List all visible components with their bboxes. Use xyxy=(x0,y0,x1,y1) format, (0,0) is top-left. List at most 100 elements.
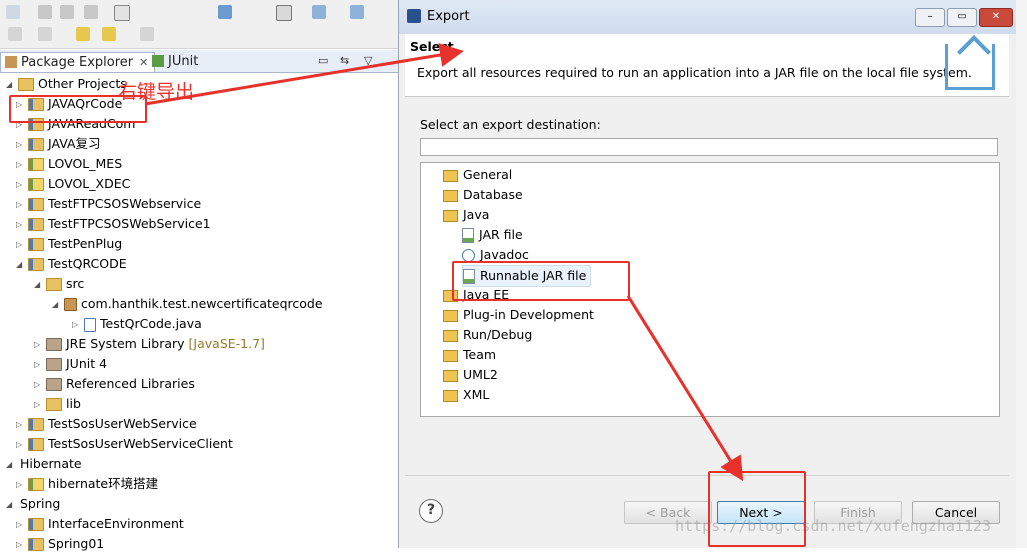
collapsed-twisty-icon[interactable]: ▷ xyxy=(34,335,44,355)
expanded-twisty-icon[interactable]: ◢ xyxy=(52,295,62,315)
project-icon xyxy=(28,238,44,251)
tree-item[interactable]: ▷ TestSosUserWebServiceClient xyxy=(16,434,233,454)
filter-input[interactable] xyxy=(420,138,998,156)
destination-item[interactable]: General xyxy=(443,165,512,185)
collapsed-twisty-icon[interactable]: ▷ xyxy=(16,415,26,435)
tree-item-label: TestQrCode.java xyxy=(100,316,202,331)
destination-item-label: JAR file xyxy=(479,227,523,242)
tree-item[interactable]: ▷ TestSosUserWebService xyxy=(16,414,197,434)
prev-annotation-icon[interactable] xyxy=(76,27,90,41)
destination-item[interactable]: Java xyxy=(443,205,489,225)
save-all-icon[interactable] xyxy=(60,5,74,19)
maximize-button[interactable]: ▭ xyxy=(947,8,977,27)
tree-item[interactable]: ▷ JRE System Library [JavaSE-1.7] xyxy=(34,334,265,354)
tree-item-label: Hibernate xyxy=(20,456,82,471)
tree-item[interactable]: ◢ Hibernate xyxy=(6,454,82,474)
destination-item-label: Plug-in Development xyxy=(463,307,594,322)
tree-item[interactable]: ▷ InterfaceEnvironment xyxy=(16,514,184,534)
destination-item[interactable]: JAR file xyxy=(462,225,523,245)
expanded-twisty-icon[interactable]: ◢ xyxy=(16,255,26,275)
tree-item-label: InterfaceEnvironment xyxy=(48,516,184,531)
binary-icon[interactable] xyxy=(114,5,130,21)
lib-icon xyxy=(46,358,62,371)
project-icon xyxy=(28,518,44,531)
destination-item[interactable]: XML xyxy=(443,385,489,405)
view-menu-icon[interactable]: ▽ xyxy=(364,54,372,67)
project-icon xyxy=(28,418,44,431)
dialog-titlebar[interactable]: Export – ▭ ✕ xyxy=(399,0,1016,34)
new-icon[interactable] xyxy=(6,5,20,19)
forward-nav-icon[interactable] xyxy=(140,27,154,41)
collapsed-twisty-icon[interactable]: ▷ xyxy=(16,535,26,555)
tree-item-label: JRE System Library xyxy=(66,336,185,351)
minimize-button[interactable]: – xyxy=(915,8,945,27)
destination-item[interactable]: UML2 xyxy=(443,365,498,385)
tree-item[interactable]: ◢ com.hanthik.test.newcertificateqrcode xyxy=(52,294,323,314)
tree-item[interactable]: ▷ LOVOL_MES xyxy=(16,154,122,174)
tree-item-label: LOVOL_MES xyxy=(48,156,123,171)
tree-item[interactable]: ▷ lib xyxy=(34,394,81,414)
next-annotation-icon[interactable] xyxy=(38,27,52,41)
collapsed-twisty-icon[interactable]: ▷ xyxy=(16,235,26,255)
help-button[interactable]: ? xyxy=(419,499,443,523)
tree-item[interactable]: ▷ JAVA复习 xyxy=(16,134,101,154)
collapsed-twisty-icon[interactable]: ▷ xyxy=(16,515,26,535)
expanded-twisty-icon[interactable]: ◢ xyxy=(6,455,16,475)
project-icon xyxy=(28,538,44,551)
tree-item[interactable]: ▷ TestFTPCSOSWebService1 xyxy=(16,214,211,234)
tree-item[interactable]: ▷ TestFTPCSOSWebservice xyxy=(16,194,201,214)
collapsed-twisty-icon[interactable]: ▷ xyxy=(34,375,44,395)
tab-junit[interactable]: JUnit xyxy=(148,52,204,71)
minimize-view-icon[interactable]: ▭ xyxy=(318,54,328,67)
tree-item-label: Spring01 xyxy=(48,536,105,551)
destination-item[interactable]: Database xyxy=(443,185,523,205)
tree-item[interactable]: ▷ LOVOL_XDEC xyxy=(16,174,130,194)
collapsed-twisty-icon[interactable]: ▷ xyxy=(16,195,26,215)
tree-item[interactable]: ▷ TestQrCode.java xyxy=(72,314,202,334)
tree-item[interactable]: ◢ src xyxy=(34,274,84,294)
tree-item[interactable]: ▷ Spring01 xyxy=(16,534,104,554)
tree-item[interactable]: ▷ Referenced Libraries xyxy=(34,374,195,394)
collapsed-twisty-icon[interactable]: ▷ xyxy=(34,395,44,415)
destination-item-label: Java xyxy=(463,207,490,222)
tree-item[interactable]: ◢ Other Projects xyxy=(6,74,127,94)
destination-item[interactable]: Plug-in Development xyxy=(443,305,594,325)
collapsed-twisty-icon[interactable]: ▷ xyxy=(16,475,26,495)
save-icon[interactable] xyxy=(38,5,52,19)
collapsed-twisty-icon[interactable]: ▷ xyxy=(16,155,26,175)
collapsed-twisty-icon[interactable]: ▷ xyxy=(72,315,82,335)
close-icon[interactable]: ✕ xyxy=(139,56,148,69)
collapsed-twisty-icon[interactable]: ▷ xyxy=(16,215,26,235)
expanded-twisty-icon[interactable]: ◢ xyxy=(34,275,44,295)
wizard-icon[interactable] xyxy=(312,5,326,19)
collapsed-twisty-icon[interactable]: ▷ xyxy=(16,135,26,155)
close-button[interactable]: ✕ xyxy=(979,8,1013,27)
link-editor-icon[interactable]: ⇆ xyxy=(340,54,349,67)
tree-item[interactable]: ▷ TestPenPlug xyxy=(16,234,122,254)
highlight-project-box xyxy=(9,95,147,123)
collapsed-twisty-icon[interactable]: ▷ xyxy=(16,435,26,455)
tab-package-explorer[interactable]: Package Explorer ✕ xyxy=(0,52,156,72)
destination-item-label: Run/Debug xyxy=(463,327,533,342)
print-icon[interactable] xyxy=(84,5,98,19)
expanded-twisty-icon[interactable]: ◢ xyxy=(6,495,16,515)
folder-icon xyxy=(443,309,458,322)
destination-item-label: UML2 xyxy=(463,367,498,382)
step-icon[interactable] xyxy=(8,27,22,41)
debug-icon[interactable] xyxy=(350,5,364,19)
collapsed-twisty-icon[interactable]: ▷ xyxy=(16,175,26,195)
tree-item[interactable]: ▷ hibernate环境搭建 xyxy=(16,474,158,494)
expanded-twisty-icon[interactable]: ◢ xyxy=(6,75,16,95)
destination-label: Select an export destination: xyxy=(420,117,601,132)
server-icon[interactable] xyxy=(276,5,292,21)
tree-item-label: TestFTPCSOSWebservice xyxy=(48,196,202,211)
tree-item[interactable]: ◢ TestQRCODE xyxy=(16,254,127,274)
destination-item[interactable]: Run/Debug xyxy=(443,325,532,345)
banner-description: Export all resources required to run an … xyxy=(417,65,972,80)
tree-item[interactable]: ▷ JUnit 4 xyxy=(34,354,107,374)
tree-item[interactable]: ◢ Spring xyxy=(6,494,60,514)
destination-item[interactable]: Team xyxy=(443,345,496,365)
back-nav-icon[interactable] xyxy=(102,27,116,41)
run-icon[interactable] xyxy=(218,5,232,19)
collapsed-twisty-icon[interactable]: ▷ xyxy=(34,355,44,375)
